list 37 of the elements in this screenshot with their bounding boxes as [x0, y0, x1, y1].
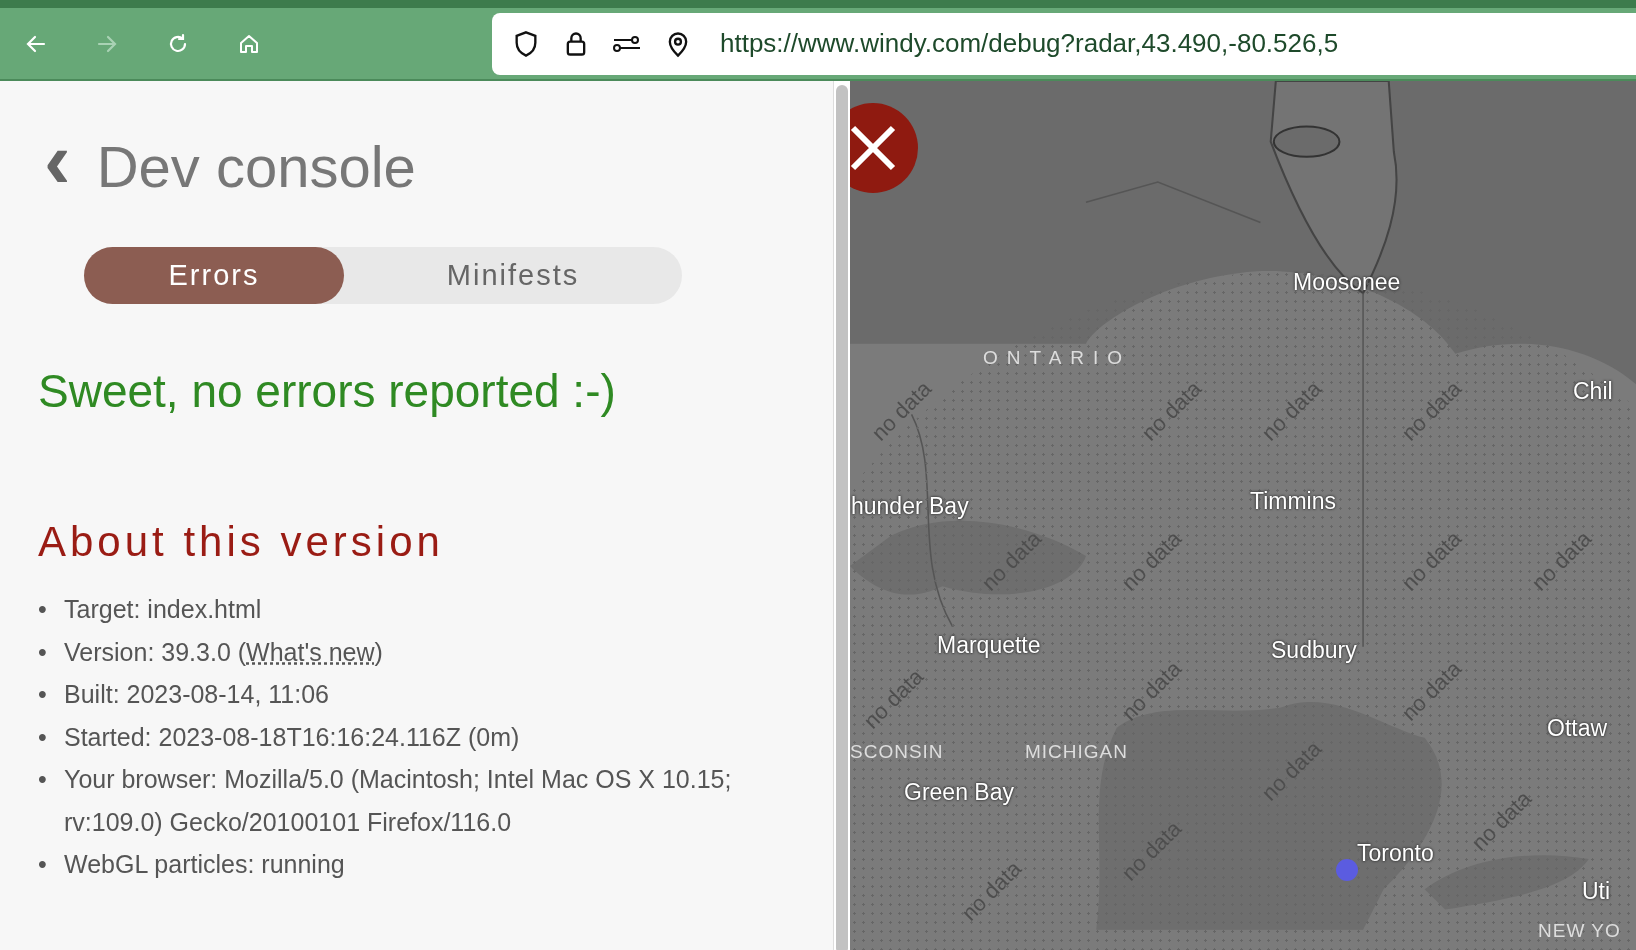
whats-new-link[interactable]: What's new	[246, 637, 375, 666]
region-label: MICHIGAN	[1025, 741, 1128, 763]
city-label: Marquette	[937, 632, 1041, 659]
city-label: Moosonee	[1293, 269, 1401, 296]
scrollbar-thumb[interactable]	[836, 85, 848, 950]
region-label: SCONSIN	[850, 741, 944, 763]
list-bullet: •	[38, 594, 48, 625]
permissions-icon[interactable]	[612, 33, 642, 54]
city-label: hunder Bay	[851, 493, 969, 520]
info-item: Started: 2023-08-18T16:16:24.116Z (0m)	[64, 721, 520, 753]
info-item: WebGL particles: running	[64, 849, 345, 880]
list-bullet: •	[38, 764, 48, 795]
city-label: Chil	[1573, 378, 1613, 405]
list-bullet: •	[38, 849, 48, 880]
list-bullet: •	[38, 679, 48, 710]
city-label: Uti	[1582, 878, 1611, 905]
info-item: Your browser: Mozilla/5.0 (Macintosh; Intel Mac OS X 10.15; rv:109.0) Gecko/20100101 Firefox/116.0	[64, 764, 733, 838]
back-chevron[interactable]: ‹	[44, 131, 71, 201]
address-bar[interactable]: https://www.windy.com/debug?radar,43.490,-80.526,5	[492, 12, 1636, 75]
tab[interactable]: Minifests	[344, 247, 682, 304]
city-label: Ottaw	[1547, 715, 1608, 742]
city-label: Timmins	[1250, 488, 1337, 515]
region-label: NEW YO	[1538, 920, 1621, 942]
info-item: Built: 2023-08-14, 11:06	[64, 679, 329, 710]
city-label: Green Bay	[904, 779, 1014, 806]
panel-title: Dev console	[96, 132, 416, 200]
region-label: ONTARIO	[983, 347, 1132, 369]
url-text: https://www.windy.com/debug?radar,43.490,-80.526,5	[720, 28, 1339, 59]
status-message: Sweet, no errors reported :-)	[38, 364, 617, 418]
city-label: Sudbury	[1271, 637, 1357, 664]
info-item: Target: index.html	[64, 594, 262, 625]
tab[interactable]: Errors	[84, 247, 344, 304]
city-label: Toronto	[1357, 840, 1434, 867]
section-title: About this version	[38, 518, 445, 566]
info-item: Version: 39.3.0 (What's new)	[64, 636, 383, 668]
list-bullet: •	[38, 721, 48, 753]
list-bullet: •	[38, 636, 48, 668]
